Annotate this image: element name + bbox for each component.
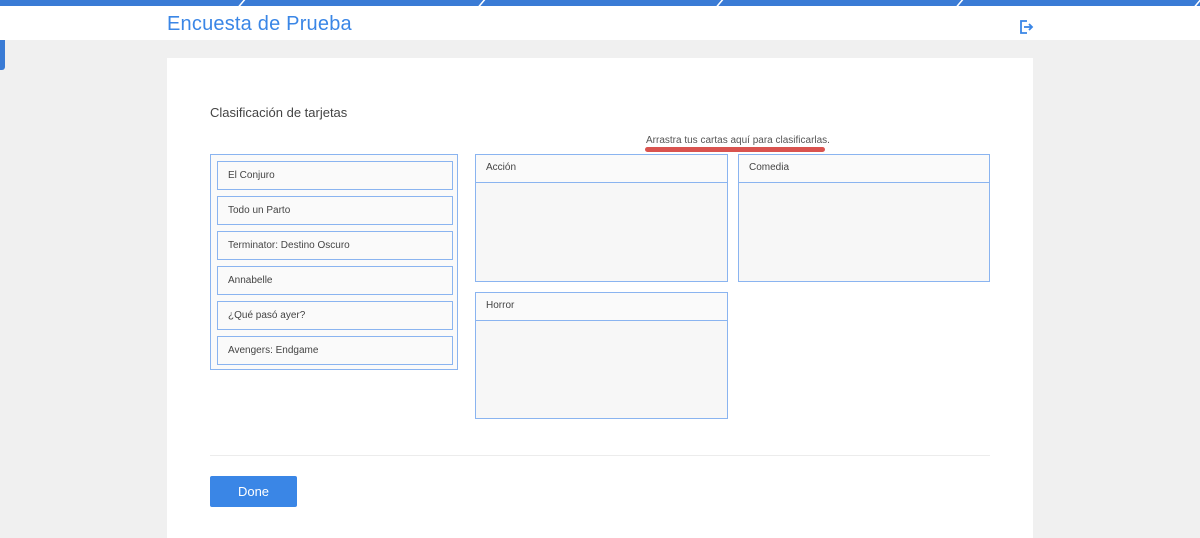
done-button[interactable]: Done (210, 476, 297, 507)
card-item[interactable]: Annabelle (217, 266, 453, 295)
divider (210, 455, 990, 456)
logout-icon (1020, 20, 1034, 34)
app-header: Encuesta de Prueba (0, 6, 1200, 40)
logout-button[interactable] (1018, 19, 1034, 35)
card-item[interactable]: Avengers: Endgame (217, 336, 453, 365)
card-item[interactable]: ¿Qué pasó ayer? (217, 301, 453, 330)
card-item[interactable]: Terminator: Destino Oscuro (217, 231, 453, 260)
drag-instructions: Arrastra tus cartas aquí para clasificar… (646, 135, 830, 146)
category-comedia-dropzone[interactable]: Comedia (738, 154, 990, 282)
category-header: Acción (476, 155, 727, 183)
survey-panel: Clasificación de tarjetas Arrastra tus c… (167, 58, 1033, 538)
unsorted-cards-list[interactable]: El Conjuro Todo un Parto Terminator: Des… (210, 154, 458, 370)
category-header: Horror (476, 293, 727, 321)
category-accion-dropzone[interactable]: Acción (475, 154, 728, 282)
category-horror-dropzone[interactable]: Horror (475, 292, 728, 419)
survey-title: Encuesta de Prueba (167, 13, 352, 35)
card-item[interactable]: Todo un Parto (217, 196, 453, 225)
section-title: Clasificación de tarjetas (210, 105, 348, 120)
annotation-underline (645, 147, 825, 152)
card-item[interactable]: El Conjuro (217, 161, 453, 190)
category-header: Comedia (739, 155, 989, 183)
